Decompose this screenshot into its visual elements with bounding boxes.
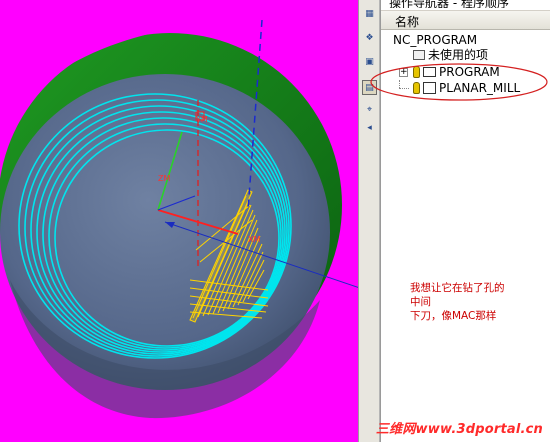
assembly-nav-icon[interactable]: ▦ [362,6,377,21]
zm-label: ZM [158,174,170,183]
navigator-title: 操作导航器 - 程序顺序 [389,0,509,8]
watermark: 三维网www.3dportal.cn [375,422,543,437]
group-icon [413,50,425,60]
annotation-line-1: 我想让它在钻了孔的中间 [410,282,505,308]
history-icon[interactable]: ⌖ [362,102,377,117]
part-nav-icon[interactable]: ❖ [362,30,377,45]
navigator-title-bar: 操作导航器 - 程序顺序 [381,0,550,11]
annotation-note: 我想让它在钻了孔的中间 下刀，像MAC那样 [410,281,510,323]
collapse-arrow-icon[interactable]: ◂ [362,120,377,135]
column-header-name[interactable]: 名称 [381,11,550,30]
highlight-ellipse [370,63,548,101]
operation-navigator: 操作导航器 - 程序顺序 名称 NC_PROGRAM 未使用的项 + PROGR… [370,0,550,442]
ym-label: YM [195,115,208,124]
annotation-line-2: 下刀，像MAC那样 [410,310,497,322]
graphics-window[interactable]: ZM XM YM [0,0,358,442]
xm-label: XM [248,235,260,244]
